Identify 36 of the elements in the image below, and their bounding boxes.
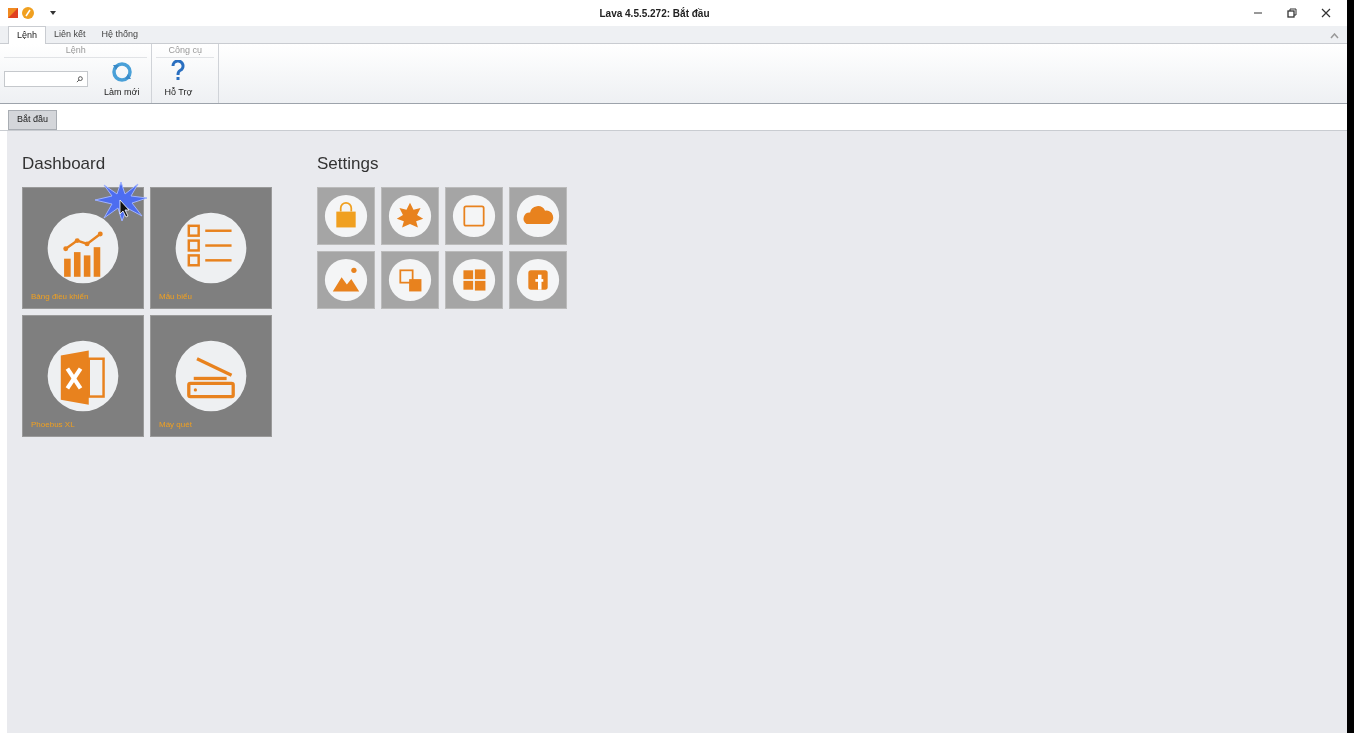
settings-tile[interactable] xyxy=(445,186,503,245)
app-icon[interactable] xyxy=(8,8,18,18)
excel-icon xyxy=(46,338,120,413)
document-tab[interactable]: Bắt đầu xyxy=(8,110,58,130)
refresh-button[interactable]: Làm mới xyxy=(96,61,148,99)
settings-tile[interactable] xyxy=(381,186,439,245)
settings-tile[interactable] xyxy=(445,250,503,309)
window-title: Lava 4.5.5.272: Bắt đầu xyxy=(598,6,711,21)
ribbon-tab[interactable]: Lệnh xyxy=(8,26,47,44)
list-icon xyxy=(174,210,248,285)
settings-tile[interactable] xyxy=(509,186,567,245)
cloud-icon xyxy=(516,193,560,238)
chart-icon xyxy=(46,210,120,285)
ribbon-tab[interactable]: Liên kết xyxy=(46,26,94,43)
settings-tile[interactable] xyxy=(509,250,567,309)
section-title: Settings xyxy=(317,153,380,175)
search-icon xyxy=(76,75,83,83)
ribbon-tab[interactable]: Hệ thống xyxy=(93,26,147,43)
group-label: Lệnh xyxy=(64,43,87,57)
help-button[interactable]: Hỗ Trợ xyxy=(156,59,201,99)
section-title: Dashboard xyxy=(22,153,107,175)
mountain-icon xyxy=(324,257,368,302)
settings-tile[interactable] xyxy=(317,186,375,245)
refresh-icon xyxy=(110,61,133,82)
restore-icon[interactable] xyxy=(1287,8,1297,18)
scanner-icon xyxy=(174,338,248,413)
question-icon xyxy=(171,59,186,82)
collapse-icon[interactable] xyxy=(1330,33,1339,39)
windows-icon xyxy=(452,257,496,302)
click-burst-drawing xyxy=(94,180,148,222)
search-field[interactable] xyxy=(4,71,88,87)
group-label: Công cụ xyxy=(167,43,203,57)
dropdown-icon[interactable] xyxy=(50,10,56,16)
settings-tile[interactable] xyxy=(381,250,439,309)
close-icon[interactable] xyxy=(1321,8,1331,18)
settings-tile[interactable] xyxy=(317,250,375,309)
